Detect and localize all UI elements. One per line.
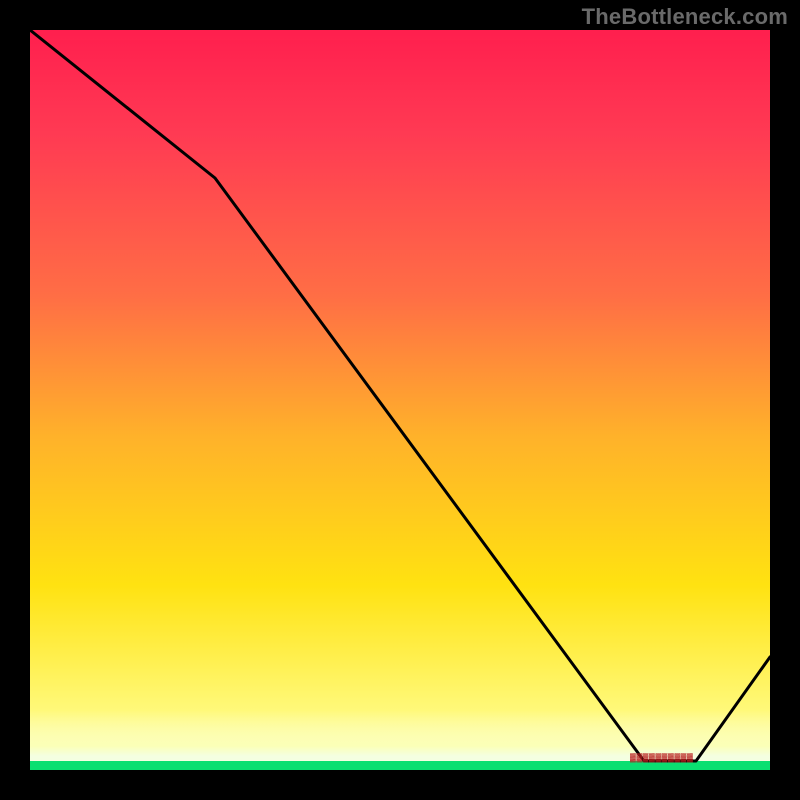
plot-area: ▓▓▓▓▓▓▓▓▓▓ — [30, 30, 770, 770]
minimum-marker-label: ▓▓▓▓▓▓▓▓▓▓ — [630, 753, 693, 762]
bottleneck-curve — [30, 30, 770, 770]
curve-path — [30, 30, 770, 761]
attribution-text: TheBottleneck.com — [582, 4, 788, 30]
chart-frame: TheBottleneck.com ▓▓▓▓▓▓▓▓▓▓ — [0, 0, 800, 800]
